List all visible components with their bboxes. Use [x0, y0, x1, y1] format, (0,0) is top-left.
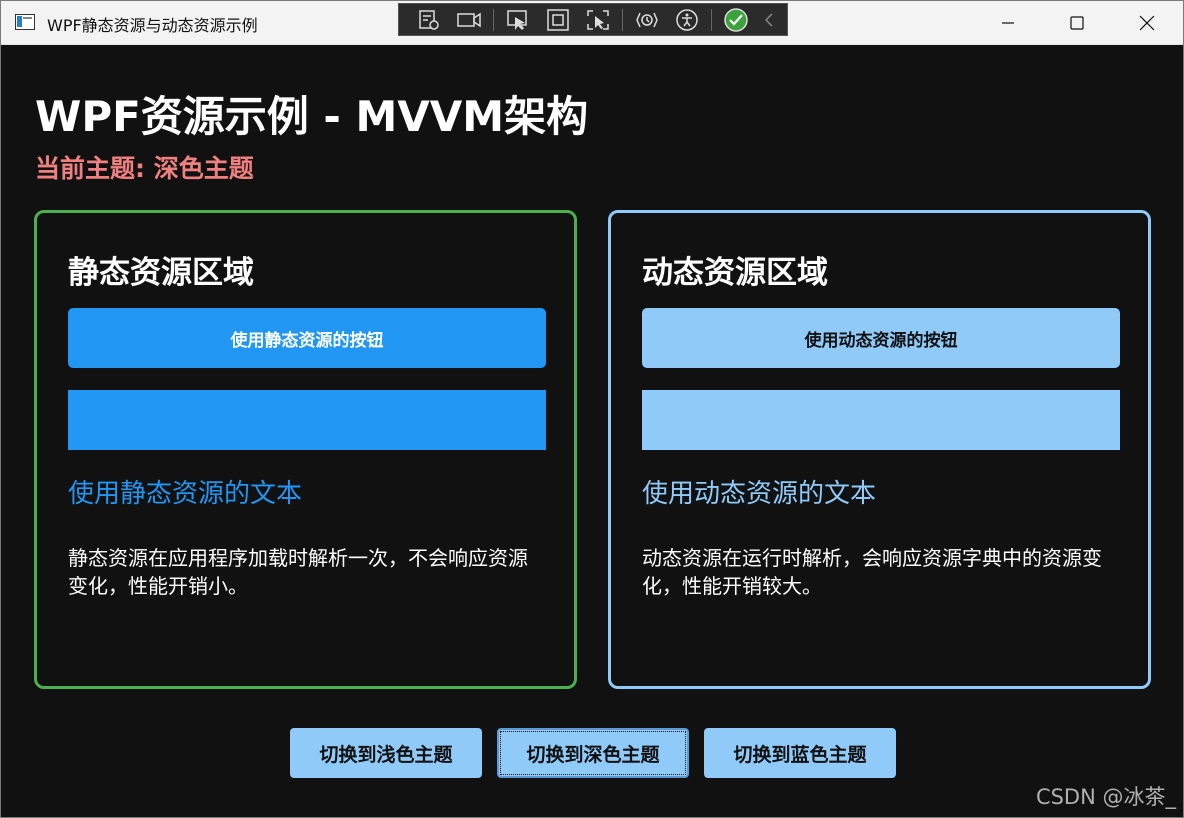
static-panel-title: 静态资源区域	[68, 255, 254, 291]
minimize-button[interactable]	[973, 1, 1043, 45]
static-resource-rectangle	[68, 390, 546, 450]
main-content: WPF资源示例 - MVVM架构 当前主题: 深色主题 静态资源区域 使用静态资…	[2, 45, 1182, 817]
app-window: WPF静态资源与动态资源示例 WPF资源示例 - MVVM架构 当前主题: 深色…	[0, 0, 1184, 818]
visual-tree-icon[interactable]	[409, 5, 449, 35]
static-resource-panel: 静态资源区域 使用静态资源的按钮 使用静态资源的文本 静态资源在应用程序加载时解…	[34, 210, 577, 689]
maximize-button[interactable]	[1042, 1, 1112, 45]
maximize-icon	[1070, 16, 1084, 30]
switch-blue-theme-button[interactable]: 切换到蓝色主题	[704, 728, 896, 778]
switch-dark-theme-button[interactable]: 切换到深色主题	[497, 728, 689, 778]
dynamic-resource-button[interactable]: 使用动态资源的按钮	[642, 308, 1120, 368]
page-title: WPF资源示例 - MVVM架构	[35, 92, 589, 141]
static-resource-button[interactable]: 使用静态资源的按钮	[68, 308, 546, 368]
display-layout-adorners-icon[interactable]	[538, 5, 578, 35]
window-title: WPF静态资源与动态资源示例	[47, 16, 258, 35]
watermark: CSDN @冰茶_	[1035, 785, 1176, 809]
collapse-chevron-icon[interactable]	[756, 5, 782, 35]
dynamic-resource-text: 使用动态资源的文本	[642, 479, 877, 509]
toolbar-separator	[493, 8, 494, 31]
static-resource-description: 静态资源在应用程序加载时解析一次，不会响应资源变化，性能开销小。	[68, 546, 528, 598]
track-focus-icon[interactable]	[578, 5, 618, 35]
accessibility-icon[interactable]	[667, 5, 707, 35]
static-resource-text: 使用静态资源的文本	[68, 479, 303, 509]
close-icon	[1139, 15, 1155, 31]
hot-reload-icon[interactable]	[627, 5, 667, 35]
window-app-icon	[15, 14, 35, 30]
switch-light-theme-button[interactable]: 切换到浅色主题	[290, 728, 482, 778]
close-button[interactable]	[1112, 1, 1182, 45]
toolbar-separator	[622, 8, 623, 31]
xaml-debug-toolbar	[398, 3, 788, 36]
dynamic-panel-title: 动态资源区域	[642, 255, 828, 291]
dynamic-resource-panel: 动态资源区域 使用动态资源的按钮 使用动态资源的文本 动态资源在运行时解析，会响…	[608, 210, 1151, 689]
binding-check-icon[interactable]	[716, 5, 756, 35]
toolbar-separator	[711, 8, 712, 31]
video-capture-icon[interactable]	[449, 5, 489, 35]
current-theme-label: 当前主题: 深色主题	[35, 154, 254, 183]
dynamic-resource-rectangle	[642, 390, 1120, 450]
minimize-icon	[1002, 22, 1014, 24]
dynamic-resource-description: 动态资源在运行时解析，会响应资源字典中的资源变化，性能开销较大。	[642, 546, 1102, 598]
title-bar[interactable]: WPF静态资源与动态资源示例	[1, 1, 1183, 45]
select-element-icon[interactable]	[498, 5, 538, 35]
